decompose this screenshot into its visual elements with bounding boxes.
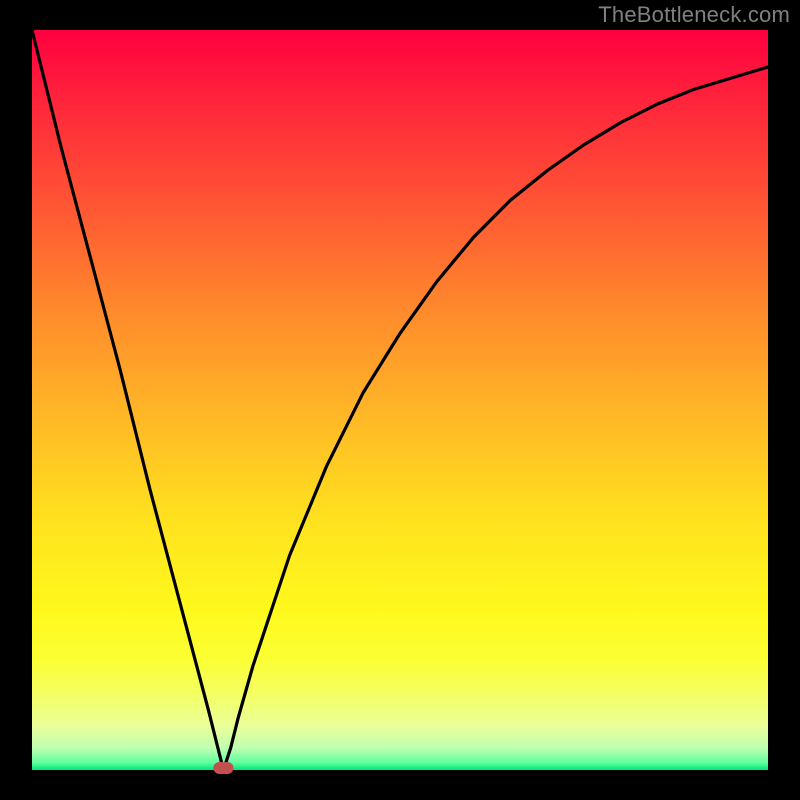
x-axis-bar bbox=[32, 770, 768, 800]
plot-background bbox=[32, 30, 768, 770]
chart-svg bbox=[0, 0, 800, 800]
chart-container: TheBottleneck.com bbox=[0, 0, 800, 800]
minimum-marker bbox=[213, 762, 233, 774]
